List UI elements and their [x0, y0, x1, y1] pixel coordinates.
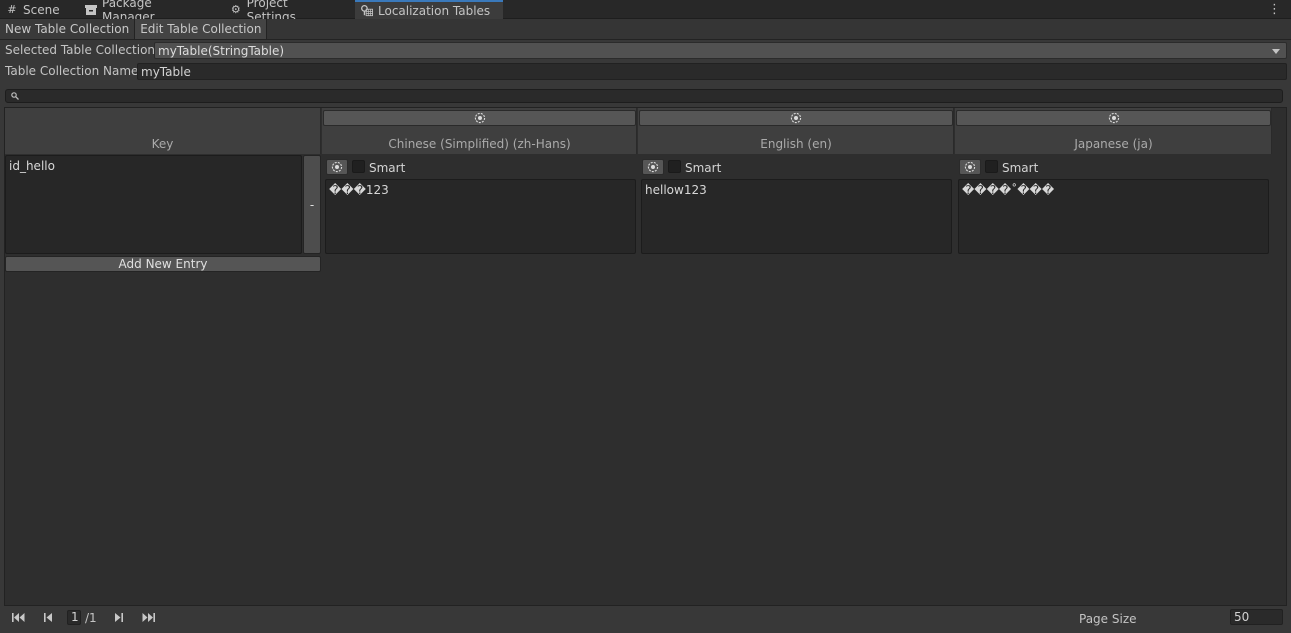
- more-options-icon[interactable]: ⋮: [1268, 2, 1281, 17]
- search-input[interactable]: [5, 89, 1283, 103]
- tab-scene[interactable]: # Scene: [0, 0, 70, 19]
- entry-metadata-button[interactable]: [326, 159, 348, 175]
- last-page-button[interactable]: [137, 609, 159, 625]
- entry-metadata-icon: [647, 161, 659, 173]
- first-page-button[interactable]: [8, 609, 30, 625]
- entry-metadata-button[interactable]: [959, 159, 981, 175]
- new-table-collection-button[interactable]: New Table Collection: [0, 19, 136, 39]
- next-page-button[interactable]: [107, 609, 129, 625]
- editor-tab-bar: # Scene Package Manager ⚙ Project Settin…: [0, 0, 1291, 24]
- skip-first-icon: [12, 612, 25, 622]
- tab-label: Localization Tables: [378, 3, 491, 18]
- tab-label: Scene: [23, 2, 60, 17]
- selected-table-collection-value: myTable(StringTable): [158, 44, 285, 58]
- smart-checkbox[interactable]: [985, 160, 998, 173]
- locale-column-header: Japanese (ja): [955, 108, 1272, 154]
- localization-tables-icon: [361, 4, 373, 17]
- locale-metadata-icon: [790, 112, 802, 124]
- locale-metadata-button[interactable]: [323, 110, 636, 126]
- locale-metadata-icon: [1108, 112, 1119, 124]
- entry-metadata-icon: [331, 161, 343, 173]
- locale-column-title: English (en): [760, 137, 832, 151]
- page-number-input[interactable]: 1: [67, 610, 81, 625]
- entry-key-input[interactable]: id_hello: [5, 155, 302, 254]
- key-column-header: Key: [5, 108, 321, 154]
- add-new-entry-button[interactable]: Add New Entry: [5, 256, 321, 272]
- step-back-icon: [44, 612, 52, 622]
- chevron-down-icon: [1272, 49, 1280, 54]
- grid-icon: #: [7, 3, 17, 16]
- smart-label: Smart: [685, 161, 722, 175]
- page-total-label: /1: [85, 611, 97, 625]
- page-size-input[interactable]: 50: [1230, 609, 1283, 625]
- previous-page-button[interactable]: [38, 609, 60, 625]
- locale-column-title: Chinese (Simplified) (zh-Hans): [388, 137, 571, 151]
- locale-metadata-icon: [474, 112, 485, 124]
- smart-checkbox[interactable]: [352, 160, 365, 173]
- edit-table-collection-button[interactable]: Edit Table Collection: [135, 19, 268, 39]
- selected-table-collection-label: Selected Table Collection: [5, 43, 156, 57]
- smart-checkbox[interactable]: [668, 160, 681, 173]
- table-toolbar: New Table Collection Edit Table Collecti…: [0, 19, 1291, 40]
- table-collection-name-input[interactable]: myTable: [137, 63, 1287, 80]
- step-forward-icon: [115, 612, 123, 622]
- entry-value-input[interactable]: ����˚���: [958, 179, 1269, 254]
- locale-metadata-button[interactable]: [956, 110, 1271, 126]
- entry-value-input[interactable]: hellow123: [641, 179, 952, 254]
- tab-project-settings[interactable]: ⚙ Project Settings: [224, 0, 344, 24]
- entry-metadata-icon: [964, 161, 976, 173]
- locale-column-header: Chinese (Simplified) (zh-Hans): [322, 108, 637, 154]
- entry-metadata-button[interactable]: [642, 159, 664, 175]
- smart-label: Smart: [1002, 161, 1039, 175]
- locale-column-header: English (en): [638, 108, 954, 154]
- skip-last-icon: [142, 612, 155, 622]
- locale-metadata-button[interactable]: [639, 110, 953, 126]
- package-icon: [85, 4, 97, 16]
- remove-entry-button[interactable]: -: [303, 155, 321, 254]
- tab-localization-tables[interactable]: Localization Tables: [355, 0, 503, 19]
- selected-table-collection-dropdown[interactable]: myTable(StringTable): [154, 42, 1287, 59]
- search-icon: [11, 92, 19, 100]
- table-collection-name-label: Table Collection Name: [5, 64, 139, 78]
- page-size-label: Page Size: [1079, 612, 1137, 626]
- locale-column-title: Japanese (ja): [1074, 137, 1153, 151]
- entry-value-input[interactable]: ���123: [325, 179, 636, 254]
- tab-package-manager[interactable]: Package Manager: [79, 0, 213, 24]
- gear-icon: ⚙: [230, 3, 241, 16]
- smart-label: Smart: [369, 161, 406, 175]
